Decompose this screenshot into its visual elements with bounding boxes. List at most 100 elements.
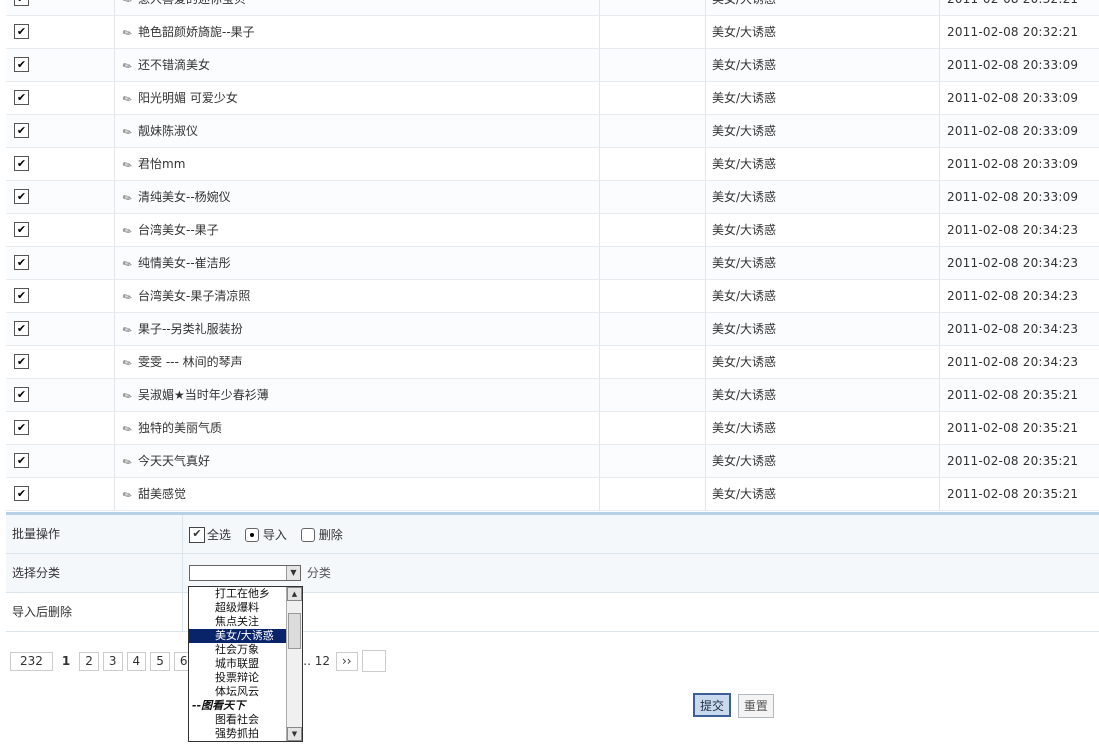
row-empty-cell (599, 247, 706, 279)
row-checkbox[interactable]: ✔ (14, 24, 29, 39)
bulk-operation-label: 批量操作 (12, 527, 61, 541)
row-title[interactable]: 吴淑媚★当时年少春衫薄 (138, 388, 269, 402)
delete-radio[interactable] (300, 527, 315, 542)
row-title[interactable]: 台湾美女-果子清凉照 (138, 289, 250, 303)
submit-button[interactable]: 提交 (693, 693, 732, 717)
row-date: 2011-02-08 20:33:09 (939, 82, 1099, 114)
row-title-cell: ✎ 艳色韶颜娇旖旎--果子 (114, 16, 608, 48)
row-category: 美女/大诱惑 (705, 49, 946, 81)
row-date: 2011-02-08 20:34:23 (939, 214, 1099, 246)
category-select[interactable]: ▼ (189, 564, 301, 581)
row-empty-cell (599, 379, 706, 411)
pager-next[interactable]: ›› (336, 651, 358, 671)
row-category: 美女/大诱惑 (705, 148, 946, 180)
pager-jump-input[interactable] (361, 650, 386, 672)
row-title[interactable]: 还不错滴美女 (138, 58, 210, 72)
row-select-cell: ✔ (6, 445, 114, 477)
table-row: ✔ ✎ 艳色韶颜娇旖旎--果子 美女/大诱惑 2011-02-08 20:32:21 (6, 16, 1099, 49)
select-all-checkbox[interactable]: ✔ (189, 526, 205, 543)
pager-page[interactable]: 5 (150, 651, 170, 671)
row-title[interactable]: 台湾美女--果子 (138, 223, 219, 237)
row-checkbox[interactable]: ✔ (14, 354, 29, 369)
row-empty-cell (599, 412, 706, 444)
pager-page[interactable]: 4 (126, 651, 147, 671)
row-checkbox[interactable]: ✔ (14, 90, 29, 105)
table-row: ✔ ✎ 今天天气真好 美女/大诱惑 2011-02-08 20:35:21 (6, 445, 1099, 478)
row-empty-cell (599, 49, 706, 81)
table-row: ✔ ✎ 还不错滴美女 美女/大诱惑 2011-02-08 20:33:09 (6, 49, 1099, 82)
row-checkbox[interactable]: ✔ (14, 0, 29, 6)
row-date: 2011-02-08 20:33:09 (939, 181, 1099, 213)
row-checkbox[interactable]: ✔ (14, 123, 29, 138)
category-row: 选择分类 ▼ 分类 (6, 554, 1099, 593)
import-radio[interactable] (244, 527, 259, 542)
form-buttons: 提交 重置 (693, 693, 777, 718)
reset-button[interactable]: 重置 (737, 694, 774, 718)
row-checkbox[interactable]: ✔ (14, 387, 29, 402)
row-select-cell: ✔ (6, 148, 114, 180)
row-title[interactable]: 惹人喜爱的迷你宝贝 (138, 0, 246, 6)
table-row: ✔ ✎ 清纯美女--杨婉仪 美女/大诱惑 2011-02-08 20:33:09 (6, 181, 1099, 214)
row-checkbox[interactable]: ✔ (14, 156, 29, 171)
chevron-down-icon[interactable]: ▼ (286, 565, 300, 580)
row-checkbox[interactable]: ✔ (14, 222, 29, 237)
row-category: 美女/大诱惑 (705, 214, 946, 246)
row-category: 美女/大诱惑 (705, 478, 946, 510)
row-select-cell: ✔ (6, 478, 114, 510)
table-row: ✔ ✎ 吴淑媚★当时年少春衫薄 美女/大诱惑 2011-02-08 20:35:21 (6, 379, 1099, 412)
import-option[interactable]: 导入 (244, 516, 287, 554)
row-select-cell: ✔ (6, 181, 114, 213)
pager-page[interactable]: 3 (102, 651, 123, 671)
row-title-cell: ✎ 台湾美女--果子 (114, 214, 608, 246)
row-empty-cell (599, 148, 706, 180)
row-title[interactable]: 甜美感觉 (138, 487, 186, 501)
table-row: ✔ ✎ 独特的美丽气质 美女/大诱惑 2011-02-08 20:35:21 (6, 412, 1099, 445)
row-checkbox[interactable]: ✔ (14, 57, 29, 72)
row-category: 美女/大诱惑 (705, 115, 946, 147)
article-table: ✔✎惹人喜爱的迷你宝贝美女/大诱惑2011-02-08 20:32:21✔✎艳色… (6, 0, 1099, 511)
row-select-cell: ✔ (6, 379, 114, 411)
row-title-cell: ✎ 吴淑媚★当时年少春衫薄 (114, 379, 608, 411)
row-date: 2011-02-08 20:35:21 (939, 478, 1099, 510)
row-select-cell: ✔ (6, 346, 114, 378)
delete-after-import-label: 导入后删除 (12, 605, 73, 619)
row-select-cell: ✔ (6, 82, 114, 114)
row-title[interactable]: 艳色韶颜娇旖旎--果子 (138, 25, 255, 39)
row-checkbox[interactable]: ✔ (14, 486, 29, 501)
row-title-cell: ✎ 台湾美女-果子清凉照 (114, 280, 608, 312)
row-title-cell: ✎ 还不错滴美女 (114, 49, 608, 81)
table-row: ✔ ✎ 台湾美女-果子清凉照 美女/大诱惑 2011-02-08 20:34:23 (6, 280, 1099, 313)
delete-option[interactable]: 删除 (300, 516, 343, 554)
row-title[interactable]: 清纯美女--杨婉仪 (138, 190, 231, 204)
scroll-down-icon[interactable]: ▼ (287, 727, 302, 741)
row-title[interactable]: 果子--另类礼服装扮 (138, 322, 243, 336)
dropdown-scrollbar[interactable]: ▲ ▼ (286, 587, 302, 741)
select-all-option[interactable]: ✔ 全选 (189, 516, 231, 554)
row-title[interactable]: 雯雯 --- 林间的琴声 (138, 355, 243, 369)
table-row: ✔ ✎ 靓妹陈淑仪 美女/大诱惑 2011-02-08 20:33:09 (6, 115, 1099, 148)
row-checkbox[interactable]: ✔ (14, 453, 29, 468)
pager-pages: 23456 (79, 651, 197, 671)
row-empty-cell (599, 280, 706, 312)
scroll-up-icon[interactable]: ▲ (287, 587, 302, 601)
row-date: 2011-02-08 20:32:21 (939, 0, 1099, 15)
row-checkbox[interactable]: ✔ (14, 288, 29, 303)
row-checkbox[interactable]: ✔ (14, 189, 29, 204)
row-title-cell: ✎ 清纯美女--杨婉仪 (114, 181, 608, 213)
row-checkbox[interactable]: ✔ (14, 420, 29, 435)
row-checkbox[interactable]: ✔ (14, 321, 29, 336)
category-dropdown-list[interactable]: 打工在他乡 超级爆料 焦点关注 美女/大诱惑 社会万象 城市联盟 投票辩论 体坛风云 --图看天… (188, 586, 303, 742)
row-title[interactable]: 靓妹陈淑仪 (138, 124, 198, 138)
scroll-thumb[interactable] (288, 613, 301, 649)
row-title[interactable]: 独特的美丽气质 (138, 421, 222, 435)
row-date: 2011-02-08 20:35:21 (939, 412, 1099, 444)
row-category: 美女/大诱惑 (705, 412, 946, 444)
bulk-operation-options: ✔ 全选 导入 删除 (182, 515, 1099, 553)
row-title[interactable]: 纯情美女--崔洁彤 (138, 256, 231, 270)
pager-page[interactable]: 2 (79, 651, 99, 671)
row-select-cell: ✔ (6, 214, 114, 246)
row-title[interactable]: 阳光明媚 可爱少女 (138, 91, 238, 105)
row-title[interactable]: 今天天气真好 (138, 454, 210, 468)
row-checkbox[interactable]: ✔ (14, 255, 29, 270)
row-title[interactable]: 君怡mm (138, 157, 185, 171)
